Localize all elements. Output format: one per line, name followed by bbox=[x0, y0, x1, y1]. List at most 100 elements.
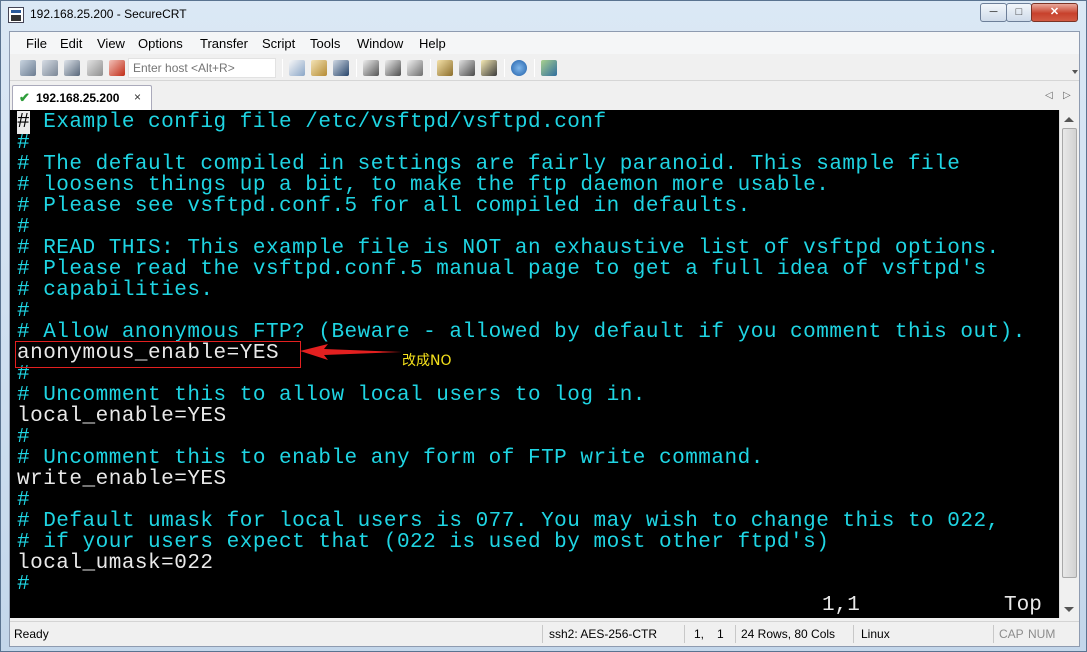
disconnect-icon[interactable] bbox=[109, 60, 125, 76]
terminal-line-text: # if your users expect that (022 is used… bbox=[17, 531, 830, 554]
terminal-scrollbar[interactable] bbox=[1059, 110, 1079, 618]
title-bar[interactable]: 192.168.25.200 - SecureCRT ─ □ ✕ bbox=[1, 1, 1086, 29]
terminal-line: # if your users expect that (022 is used… bbox=[17, 532, 829, 553]
close-button[interactable]: ✕ bbox=[1031, 3, 1078, 22]
annotation-arrow bbox=[300, 344, 402, 360]
toolbar-separator bbox=[356, 59, 357, 77]
quick-connect-icon[interactable] bbox=[42, 60, 58, 76]
terminal-line: # READ THIS: This example file is NOT an… bbox=[17, 238, 1000, 259]
terminal-line: # bbox=[17, 574, 30, 595]
terminal-line-text: # Uncomment this to enable any form of F… bbox=[17, 447, 764, 470]
minimize-button[interactable]: ─ bbox=[980, 3, 1007, 22]
terminal-line-text: # The default compiled in settings are f… bbox=[17, 153, 961, 176]
terminal-line: # Allow anonymous FTP? (Beware - allowed… bbox=[17, 322, 1026, 343]
securecrt-app-icon[interactable] bbox=[8, 7, 24, 23]
terminal-line-text: # bbox=[17, 489, 31, 512]
terminal-line-text: # bbox=[17, 573, 31, 596]
cipher-info: ssh2: AES-256-CTR bbox=[549, 627, 658, 641]
terminal-screen[interactable]: # local_umask=022 # if your users expect t… bbox=[10, 110, 1059, 618]
find-icon[interactable] bbox=[333, 60, 349, 76]
status-bar: Ready ssh2: AES-256-CTR 1, 1 24 Rows, 80… bbox=[10, 621, 1079, 646]
tab-strip: ✔ 192.168.25.200 × ◁ ▷ bbox=[10, 82, 1079, 110]
highlight-box bbox=[15, 341, 301, 368]
terminal-line-text: # bbox=[17, 300, 31, 323]
terminal-line-text: # capabilities. bbox=[17, 279, 214, 302]
session-tab[interactable]: ✔ 192.168.25.200 × bbox=[12, 85, 152, 110]
securecrt-window: 192.168.25.200 - SecureCRT ─ □ ✕ File Ed… bbox=[0, 0, 1087, 652]
menu-transfer[interactable]: Transfer bbox=[200, 36, 248, 51]
terminal-line: # Example config file /etc/vsftpd/vsftpd… bbox=[17, 111, 607, 134]
maximize-button[interactable]: □ bbox=[1006, 3, 1032, 22]
print-icon[interactable] bbox=[363, 60, 379, 76]
toolbar-overflow-icon[interactable] bbox=[1072, 70, 1078, 74]
client-area: File Edit View Options Transfer Script T… bbox=[9, 31, 1080, 647]
terminal-line: # Please read the vsftpd.conf.5 manual p… bbox=[17, 259, 987, 280]
terminal-line: # capabilities. bbox=[17, 280, 214, 301]
os-type: Linux bbox=[861, 627, 890, 641]
copy-icon[interactable] bbox=[289, 60, 305, 76]
menu-options[interactable]: Options bbox=[138, 36, 183, 51]
toolbar bbox=[10, 55, 1079, 81]
cursor-col: 1 bbox=[717, 627, 724, 641]
terminal-line: # loosens things up a bit, to make the f… bbox=[17, 175, 829, 196]
terminal-line-text: local_enable=YES bbox=[17, 405, 227, 428]
terminal-line: # bbox=[17, 217, 30, 238]
terminal-line: # Please see vsftpd.conf.5 for all compi… bbox=[17, 196, 751, 217]
connect-icon[interactable] bbox=[20, 60, 36, 76]
print-selection-icon[interactable] bbox=[385, 60, 401, 76]
caps-lock-indicator: CAP bbox=[999, 627, 1024, 641]
terminal-line: local_enable=YES bbox=[17, 406, 227, 427]
menu-edit[interactable]: Edit bbox=[60, 36, 82, 51]
terminal-line: # bbox=[17, 490, 30, 511]
tab-scroll-right-icon[interactable]: ▷ bbox=[1063, 90, 1071, 101]
terminal-line-text: local_umask=022 bbox=[17, 552, 214, 575]
menu-tools[interactable]: Tools bbox=[310, 36, 340, 51]
terminal-line-text: # Please see vsftpd.conf.5 for all compi… bbox=[17, 195, 751, 218]
status-divider bbox=[993, 625, 994, 643]
terminal-line-text: # Default umask for local users is 077. … bbox=[17, 510, 1000, 533]
connect-in-tab-icon[interactable] bbox=[64, 60, 80, 76]
terminal-line-text: # bbox=[17, 426, 31, 449]
terminal-line-text: write_enable=YES bbox=[17, 468, 227, 491]
terminal-line-text: # Please read the vsftpd.conf.5 manual p… bbox=[17, 258, 987, 281]
status-text: Ready bbox=[14, 627, 49, 641]
sftp-icon[interactable] bbox=[541, 60, 557, 76]
menu-view[interactable]: View bbox=[97, 36, 125, 51]
menu-script[interactable]: Script bbox=[262, 36, 295, 51]
menu-help[interactable]: Help bbox=[419, 36, 446, 51]
status-divider bbox=[684, 625, 685, 643]
terminal-line: # Uncomment this to allow local users to… bbox=[17, 385, 646, 406]
session-options-icon[interactable] bbox=[437, 60, 453, 76]
menu-window[interactable]: Window bbox=[357, 36, 403, 51]
toolbar-separator bbox=[504, 59, 505, 77]
help-icon[interactable] bbox=[511, 60, 527, 76]
terminal-cursor: # bbox=[17, 111, 31, 134]
terminal-line-text: # bbox=[17, 216, 31, 239]
terminal-line: # bbox=[17, 301, 30, 322]
status-divider bbox=[735, 625, 736, 643]
terminal-line: # bbox=[17, 133, 30, 154]
global-options-icon[interactable] bbox=[459, 60, 475, 76]
toolbar-separator bbox=[534, 59, 535, 77]
scroll-down-icon[interactable] bbox=[1064, 607, 1074, 612]
terminal-line-text: # bbox=[17, 132, 31, 155]
menu-file[interactable]: File bbox=[26, 36, 47, 51]
tab-scroll-left-icon[interactable]: ◁ bbox=[1045, 90, 1053, 101]
toolbar-separator bbox=[430, 59, 431, 77]
keymap-icon[interactable] bbox=[481, 60, 497, 76]
reconnect-icon[interactable] bbox=[87, 60, 103, 76]
tab-close-button[interactable]: × bbox=[134, 90, 141, 104]
terminal-line: # Uncomment this to enable any form of F… bbox=[17, 448, 764, 469]
host-input[interactable] bbox=[128, 58, 276, 78]
connected-check-icon: ✔ bbox=[19, 90, 30, 105]
print-setup-icon[interactable] bbox=[407, 60, 423, 76]
scroll-thumb[interactable] bbox=[1062, 128, 1077, 578]
terminal-size: 24 Rows, 80 Cols bbox=[741, 627, 836, 641]
window-title: 192.168.25.200 - SecureCRT bbox=[30, 7, 187, 21]
tab-label: 192.168.25.200 bbox=[36, 91, 120, 105]
terminal-line: # bbox=[17, 427, 30, 448]
paste-icon[interactable] bbox=[311, 60, 327, 76]
scroll-up-icon[interactable] bbox=[1064, 117, 1074, 122]
terminal-line-text: Example config file /etc/vsftpd/vsftpd.c… bbox=[30, 111, 607, 134]
terminal-line-text: # loosens things up a bit, to make the f… bbox=[17, 174, 830, 197]
